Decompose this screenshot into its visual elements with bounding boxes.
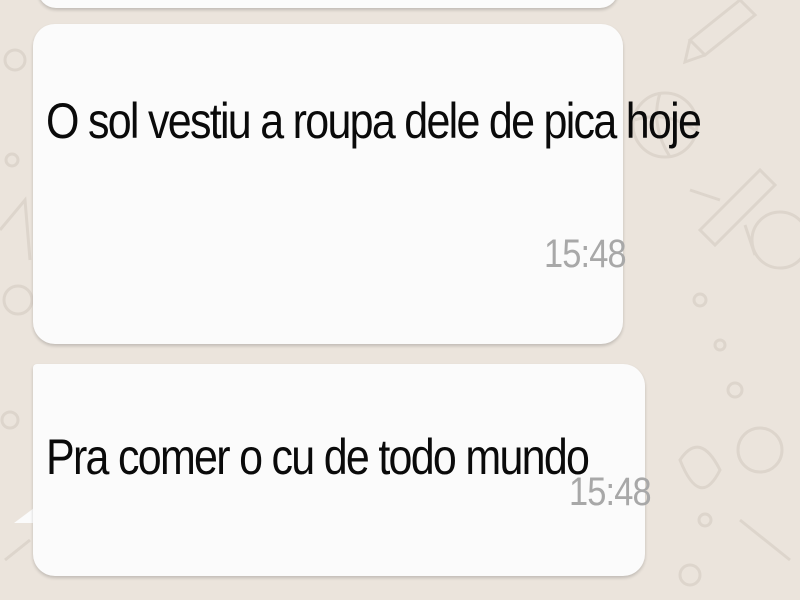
message-text: O sol vestiu a roupa dele de pica hoje bbox=[46, 93, 702, 149]
message-timestamp: 15:48 bbox=[569, 470, 652, 514]
airplane-icon bbox=[689, 167, 778, 256]
message-bubble[interactable] bbox=[33, 24, 623, 344]
message-text: Pra comer o cu de todo mundo bbox=[46, 429, 590, 485]
pencil-icon bbox=[682, 0, 758, 65]
previous-message-bubble[interactable] bbox=[38, 0, 618, 8]
message-timestamp: 15:48 bbox=[544, 232, 627, 276]
